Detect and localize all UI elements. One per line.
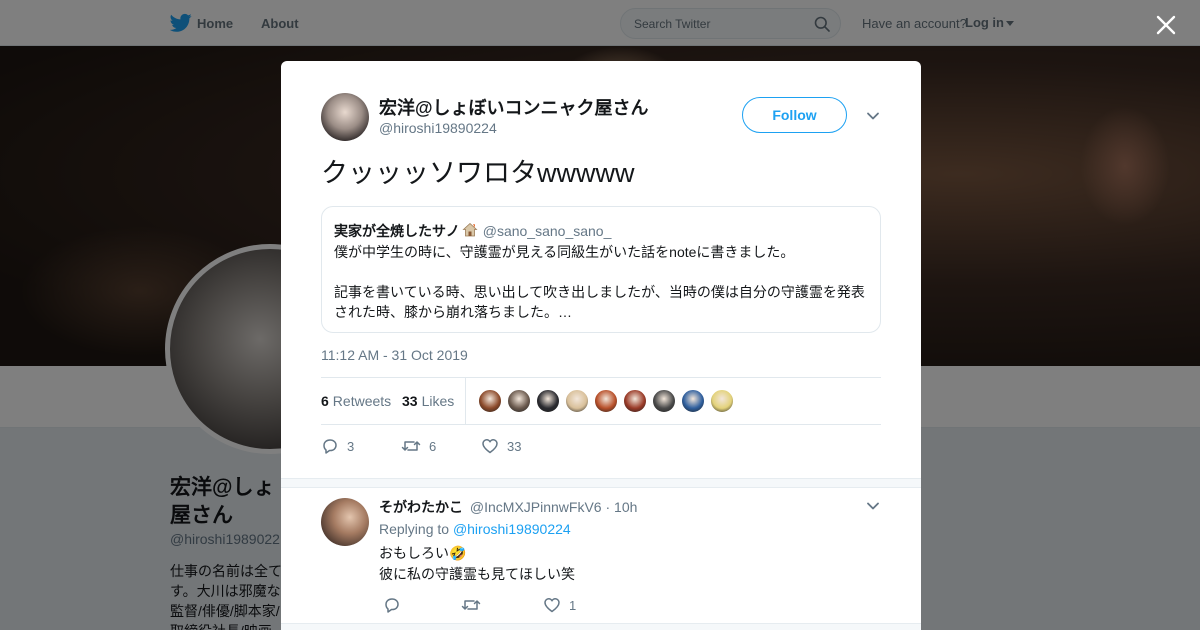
reply-action[interactable]: 3 xyxy=(321,437,354,455)
tweet-stats: 6 Retweets 33 Likes xyxy=(321,377,881,425)
tweet-text: クッッッソワロタwwwww xyxy=(321,158,635,188)
reply-like-count: 1 xyxy=(569,598,577,613)
likes-label: Likes xyxy=(421,393,455,409)
reply-time[interactable]: 10h xyxy=(614,499,637,515)
retweets-stat[interactable]: 6 Retweets xyxy=(321,393,391,409)
follow-button[interactable]: Follow xyxy=(742,97,847,133)
burning-house-emoji-icon xyxy=(462,222,478,237)
liker-avatar[interactable] xyxy=(594,389,618,413)
stats-divider xyxy=(465,378,466,424)
chevron-down-icon[interactable] xyxy=(866,109,880,123)
reply-icon xyxy=(385,598,399,613)
like-action[interactable]: 1 xyxy=(543,596,576,614)
replying-prefix: Replying to xyxy=(379,521,450,537)
quote-author-name: 実家が全焼したサノ xyxy=(334,223,460,239)
retweets-count: 6 xyxy=(321,393,329,409)
liker-avatar[interactable] xyxy=(623,389,647,413)
liker-avatar[interactable] xyxy=(536,389,560,413)
replying-to: Replying to @hiroshi19890224 xyxy=(379,521,571,537)
reply-text: おもしろい🤣 彼に私の守護霊も見てほしい笑 xyxy=(379,543,575,585)
reply-tweet[interactable]: そがわたかこ @IncMXJPinnwFkV6 · 10h Replying t… xyxy=(281,488,921,628)
heart-icon xyxy=(482,439,498,454)
retweet-icon xyxy=(401,441,421,451)
author-avatar[interactable] xyxy=(321,93,369,141)
liker-avatar[interactable] xyxy=(565,389,589,413)
reply-text-line: 彼に私の守護霊も見てほしい笑 xyxy=(379,566,575,582)
reply-author-avatar[interactable] xyxy=(321,498,369,546)
quote-author-handle: @sano_sano_sano_ xyxy=(482,223,612,239)
liker-avatar[interactable] xyxy=(507,389,531,413)
close-icon[interactable] xyxy=(1155,14,1177,36)
reply-text-line: おもしろい🤣 xyxy=(379,545,467,561)
retweet-action[interactable]: 6 xyxy=(401,437,436,455)
heart-icon xyxy=(544,598,560,613)
replies-divider xyxy=(281,478,921,488)
like-count: 33 xyxy=(507,439,522,454)
retweet-action[interactable] xyxy=(461,596,481,614)
reply-icon xyxy=(323,439,337,454)
retweets-label: Retweets xyxy=(332,393,392,409)
chevron-down-icon[interactable] xyxy=(866,499,880,513)
modal-footer-edge xyxy=(281,623,921,630)
replying-to-link[interactable]: @hiroshi19890224 xyxy=(453,521,571,537)
liker-avatar[interactable] xyxy=(710,389,734,413)
author-name[interactable]: 宏洋@しょぼいコンニャク屋さん xyxy=(379,94,649,120)
reply-header: そがわたかこ @IncMXJPinnwFkV6 · 10h xyxy=(379,497,637,517)
like-action[interactable]: 33 xyxy=(481,437,521,455)
reply-action[interactable] xyxy=(383,596,401,614)
author-handle[interactable]: @hiroshi19890224 xyxy=(379,120,497,136)
retweet-icon xyxy=(461,600,481,610)
liker-avatar[interactable] xyxy=(652,389,676,413)
reply-author-handle[interactable]: @IncMXJPinnwFkV6 xyxy=(470,499,602,515)
reply-separator: · xyxy=(605,499,611,515)
liker-avatar[interactable] xyxy=(478,389,502,413)
liker-avatar[interactable] xyxy=(681,389,705,413)
likes-stat[interactable]: 33 Likes xyxy=(402,393,454,409)
tweet-timestamp[interactable]: 11:12 AM - 31 Oct 2019 xyxy=(321,347,468,363)
reply-author-name[interactable]: そがわたかこ xyxy=(379,499,463,515)
quote-header: 実家が全焼したサノ @sano_sano_sano_ xyxy=(334,221,611,241)
likes-count: 33 xyxy=(402,393,418,409)
retweet-count: 6 xyxy=(429,439,437,454)
tweet-modal: 宏洋@しょぼいコンニャク屋さん @hiroshi19890224 Follow … xyxy=(281,61,921,630)
quoted-tweet[interactable]: 実家が全焼したサノ @sano_sano_sano_ 僕が中学生の時に、守護霊が… xyxy=(321,206,881,333)
reply-count: 3 xyxy=(347,439,355,454)
quote-body: 僕が中学生の時に、守護霊が見える同級生がいた話をnoteに書きました。 記事を書… xyxy=(334,244,865,320)
